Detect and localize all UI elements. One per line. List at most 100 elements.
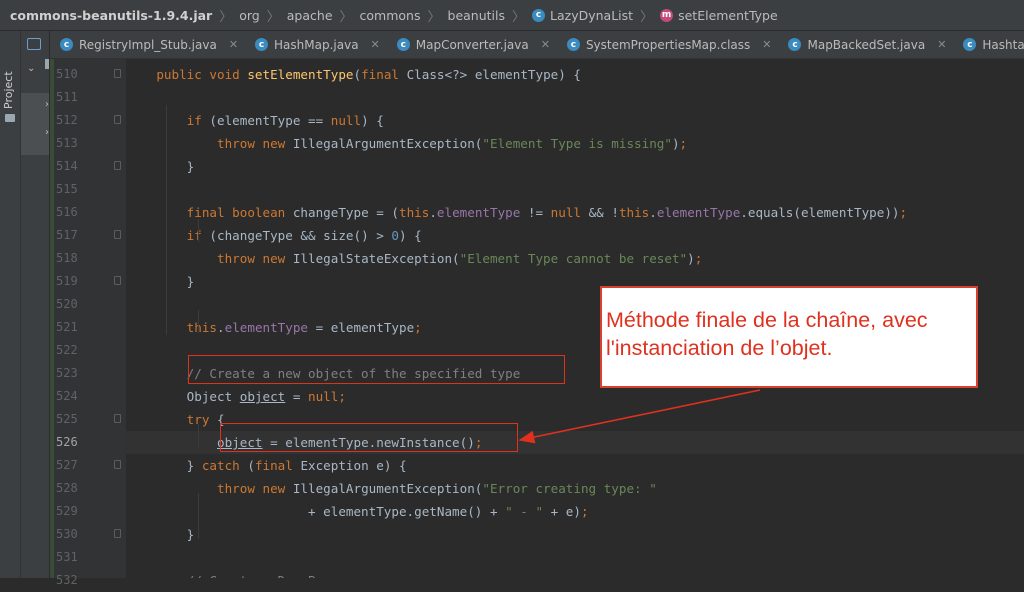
line-number[interactable]: 526	[50, 431, 128, 454]
line-number-text: 524	[56, 389, 78, 403]
indent-guide	[198, 493, 199, 539]
code-token: Class<?> elementType) {	[406, 67, 581, 82]
code-token: + e)	[543, 504, 581, 519]
code-line[interactable]: public void setElementType(final Class<?…	[126, 63, 1024, 86]
line-number[interactable]: 521	[50, 316, 128, 339]
code-line[interactable]: throw new IllegalArgumentException("Erro…	[126, 477, 1024, 500]
fold-marker-icon[interactable]	[114, 529, 121, 538]
code-token: ;	[338, 389, 346, 404]
breadcrumb-package-org[interactable]: org	[239, 8, 260, 23]
fold-marker-icon[interactable]	[114, 276, 121, 285]
code-line[interactable]: Object object = null;	[126, 385, 1024, 408]
tool-window-strip: Project	[0, 31, 21, 578]
code-token: IllegalArgumentException(	[292, 136, 483, 151]
chevron-right-icon[interactable]: ›	[45, 127, 49, 138]
code-token: }	[186, 274, 195, 289]
code-line[interactable]: }	[126, 155, 1024, 178]
fold-marker-icon[interactable]	[114, 115, 121, 124]
code-line[interactable]: if (changeType && size() > 0) {	[126, 224, 1024, 247]
line-number[interactable]: 528	[50, 477, 128, 500]
line-number[interactable]: 525	[50, 408, 128, 431]
breadcrumb-separator-icon: 〉	[427, 9, 441, 25]
breadcrumb-package-apache[interactable]: apache	[287, 8, 333, 23]
line-number[interactable]: 513	[50, 132, 128, 155]
code-token: ;	[580, 504, 589, 519]
line-number[interactable]: 514	[50, 155, 128, 178]
code-token: )	[671, 136, 680, 151]
code-line[interactable]: } catch (final Exception e) {	[126, 454, 1024, 477]
code-token: }	[186, 527, 195, 542]
tab-1[interactable]: c HashMap.java ✕	[245, 31, 387, 58]
line-number[interactable]: 518	[50, 247, 128, 270]
breadcrumb-separator-icon: 〉	[266, 9, 280, 25]
chevron-right-icon[interactable]: ›	[45, 99, 49, 110]
fold-marker-icon[interactable]	[114, 161, 121, 170]
line-number[interactable]: 530	[50, 523, 128, 546]
code-token: + elementType.getName() +	[307, 504, 506, 519]
code-line[interactable]: // Create a DynaBean	[126, 569, 1024, 578]
code-token: throw new	[217, 136, 293, 151]
line-number[interactable]: 516	[50, 201, 128, 224]
close-icon[interactable]: ✕	[937, 38, 946, 51]
tab-2[interactable]: c MapConverter.java ✕	[387, 31, 557, 58]
line-number-gutter: 510 511 512 513 514 515 516 517 518 519 520 521 522 5…	[50, 59, 128, 587]
line-number[interactable]: 517	[50, 224, 128, 247]
code-line[interactable]: if (elementType == null) {	[126, 109, 1024, 132]
tab-4[interactable]: c MapBackedSet.java ✕	[778, 31, 953, 58]
breadcrumb-class[interactable]: LazyDynaList	[550, 8, 633, 23]
code-line[interactable]	[126, 546, 1024, 569]
project-tree-selection[interactable]: › ›	[21, 93, 49, 155]
line-number[interactable]: 531	[50, 546, 128, 569]
breadcrumb-method[interactable]: setElementType	[678, 8, 778, 23]
code-line[interactable]: + elementType.getName() + " - " + e);	[126, 500, 1024, 523]
code-line[interactable]	[126, 178, 1024, 201]
tab-0[interactable]: c RegistryImpl_Stub.java ✕	[50, 31, 245, 58]
code-token: ;	[899, 205, 908, 220]
line-number[interactable]: 529	[50, 500, 128, 523]
breadcrumb-jar[interactable]: commons-beanutils-1.9.4.jar	[10, 8, 212, 23]
breadcrumb-package-beanutils[interactable]: beanutils	[448, 8, 506, 23]
fold-marker-icon[interactable]	[114, 230, 121, 239]
line-number[interactable]: 523	[50, 362, 128, 385]
line-number[interactable]: 519	[50, 270, 128, 293]
code-token: final	[254, 458, 301, 473]
line-number[interactable]: 511	[50, 86, 128, 109]
line-number-text: 525	[56, 412, 78, 426]
code-line[interactable]: throw new IllegalStateException("Element…	[126, 247, 1024, 270]
close-icon[interactable]: ✕	[371, 38, 380, 51]
chevron-down-icon[interactable]: ⌄	[27, 63, 35, 74]
fold-marker-icon[interactable]	[114, 69, 121, 78]
fold-marker-icon[interactable]	[114, 414, 121, 423]
tab-label: Hashtable.java	[982, 37, 1024, 52]
line-number[interactable]: 522	[50, 339, 128, 362]
code-token: Object	[186, 389, 240, 404]
code-line[interactable]: }	[126, 523, 1024, 546]
tab-3[interactable]: c SystemPropertiesMap.class ✕	[557, 31, 779, 58]
fold-marker-icon[interactable]	[114, 460, 121, 469]
tab-5[interactable]: cHashtable.java✕	[953, 31, 1024, 58]
highlight-instantiation-box	[220, 423, 518, 452]
line-number[interactable]: 512	[50, 109, 128, 132]
class-file-icon: c	[963, 38, 977, 51]
code-line[interactable]: final boolean changeType = (this.element…	[126, 201, 1024, 224]
line-number[interactable]: 527	[50, 454, 128, 477]
line-number-text: 531	[56, 550, 78, 564]
close-icon[interactable]: ✕	[762, 38, 771, 51]
close-icon[interactable]: ✕	[229, 38, 238, 51]
code-line[interactable]	[126, 86, 1024, 109]
breadcrumb-package-commons[interactable]: commons	[360, 8, 421, 23]
line-number[interactable]: 515	[50, 178, 128, 201]
close-icon[interactable]: ✕	[541, 38, 550, 51]
line-number-text: 510	[56, 67, 78, 81]
line-number[interactable]: 510	[50, 63, 128, 86]
project-tool-button[interactable]: Project	[2, 69, 18, 111]
panel-layout-icon[interactable]	[27, 38, 41, 50]
line-number[interactable]: 532	[50, 569, 128, 592]
line-number[interactable]: 520	[50, 293, 128, 316]
code-line[interactable]: throw new IllegalArgumentException("Elem…	[126, 132, 1024, 155]
line-number[interactable]: 524	[50, 385, 128, 408]
